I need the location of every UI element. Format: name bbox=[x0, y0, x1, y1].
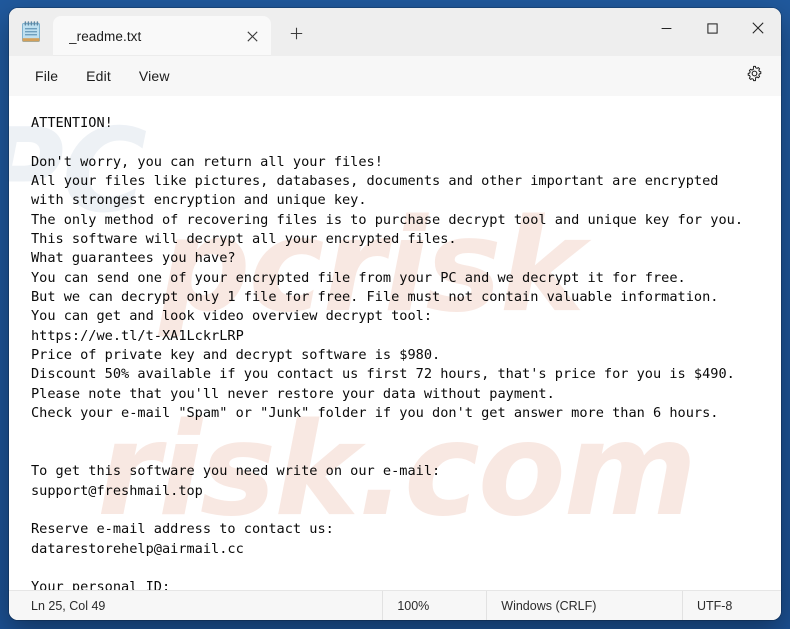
menu-edit[interactable]: Edit bbox=[72, 62, 125, 90]
close-button[interactable] bbox=[735, 8, 781, 52]
close-icon bbox=[752, 21, 764, 39]
status-bar: Ln 25, Col 49 100% Windows (CRLF) UTF-8 bbox=[9, 590, 781, 620]
status-encoding[interactable]: UTF-8 bbox=[681, 591, 781, 620]
desktop-background: _readme.txt File Edit View C pcrisk risk… bbox=[0, 0, 790, 629]
document-body: ATTENTION! Don't worry, you can return a… bbox=[31, 115, 744, 590]
app-icon-container bbox=[9, 8, 53, 56]
menu-view[interactable]: View bbox=[125, 62, 184, 90]
window-controls bbox=[643, 8, 781, 52]
maximize-button[interactable] bbox=[689, 8, 735, 52]
text-editor[interactable]: PC pcrisk risk.com ATTENTION! Don't worr… bbox=[9, 96, 781, 590]
tab-readme[interactable]: _readme.txt bbox=[53, 16, 271, 56]
maximize-icon bbox=[706, 21, 718, 39]
plus-icon bbox=[290, 27, 303, 45]
document-text[interactable]: ATTENTION! Don't worry, you can return a… bbox=[9, 96, 781, 590]
status-cursor-position: Ln 25, Col 49 bbox=[31, 598, 106, 613]
tab-label: _readme.txt bbox=[69, 28, 142, 44]
minimize-icon bbox=[661, 21, 672, 39]
status-line-ending[interactable]: Windows (CRLF) bbox=[486, 591, 682, 620]
minimize-button[interactable] bbox=[643, 8, 689, 52]
menu-bar: File Edit View bbox=[9, 56, 781, 96]
status-zoom-level[interactable]: 100% bbox=[382, 591, 486, 620]
notepad-icon bbox=[20, 20, 42, 44]
title-bar: _readme.txt bbox=[9, 8, 781, 56]
settings-button[interactable] bbox=[737, 61, 771, 91]
tab-close-icon[interactable] bbox=[239, 23, 265, 49]
gear-icon bbox=[746, 65, 763, 87]
new-tab-button[interactable] bbox=[279, 19, 313, 53]
notepad-window: _readme.txt File Edit View C pcrisk risk… bbox=[9, 8, 781, 620]
menu-file[interactable]: File bbox=[21, 62, 72, 90]
